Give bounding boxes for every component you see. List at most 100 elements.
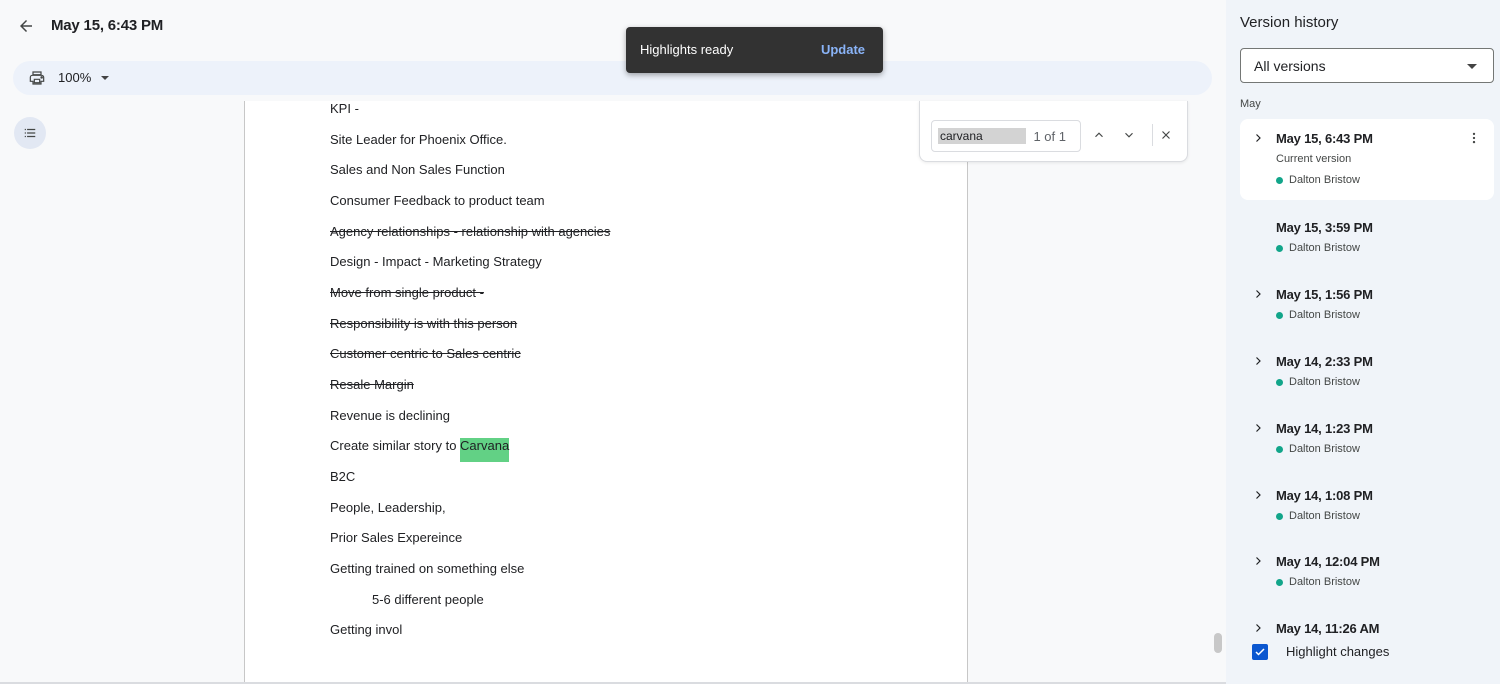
version-author: Dalton Bristow bbox=[1276, 242, 1360, 254]
find-field: 1 of 1 bbox=[931, 120, 1081, 152]
zoom-select[interactable]: 100% bbox=[58, 70, 110, 85]
doc-line: Design - Impact - Marketing Strategy bbox=[330, 254, 542, 269]
version-author: Dalton Bristow bbox=[1276, 376, 1360, 388]
outline-list-icon[interactable] bbox=[14, 117, 46, 149]
version-item-current[interactable]: May 15, 6:43 PM Current version Dalton B… bbox=[1240, 119, 1494, 200]
current-version-label: Current version bbox=[1276, 153, 1352, 165]
highlights-toast: Highlights ready Update bbox=[626, 27, 883, 73]
author-name: Dalton Bristow bbox=[1289, 174, 1360, 186]
version-time: May 15, 3:59 PM bbox=[1276, 220, 1373, 235]
highlight-changes-row: Highlight changes bbox=[1240, 637, 1494, 667]
previous-match-button[interactable] bbox=[1087, 123, 1111, 147]
chevron-right-icon[interactable] bbox=[1252, 288, 1264, 300]
version-item[interactable]: May 14, 2:33 PM Dalton Bristow bbox=[1240, 347, 1494, 403]
author-name: Dalton Bristow bbox=[1289, 443, 1360, 455]
chevron-right-icon[interactable] bbox=[1252, 622, 1264, 634]
highlight-changes-label: Highlight changes bbox=[1286, 644, 1390, 659]
chevron-up-icon bbox=[1095, 132, 1103, 138]
close-icon bbox=[1162, 131, 1170, 139]
doc-line-deleted: Responsibility is with this person bbox=[330, 316, 518, 331]
version-item[interactable]: May 14, 12:04 PM Dalton Bristow bbox=[1240, 547, 1494, 603]
author-name: Dalton Bristow bbox=[1289, 376, 1360, 388]
chevron-right-icon[interactable] bbox=[1252, 422, 1264, 434]
find-bar: 1 of 1 bbox=[919, 101, 1188, 162]
version-author: Dalton Bristow bbox=[1276, 510, 1360, 522]
version-author: Dalton Bristow bbox=[1276, 576, 1360, 588]
close-find-button[interactable] bbox=[1154, 123, 1178, 147]
doc-line: People, Leadership, bbox=[330, 500, 446, 515]
version-title: May 15, 6:43 PM bbox=[51, 17, 164, 34]
version-time: May 15, 1:56 PM bbox=[1276, 287, 1373, 302]
chevron-right-icon[interactable] bbox=[1252, 132, 1264, 144]
version-item[interactable]: May 15, 3:59 PM Dalton Bristow bbox=[1240, 213, 1494, 269]
author-color-dot bbox=[1276, 176, 1283, 184]
doc-line-deleted: Customer centric to Sales centric bbox=[330, 346, 521, 361]
document-page: KPI - Site Leader for Phoenix Office. Sa… bbox=[244, 101, 968, 684]
chevron-down-icon bbox=[1125, 132, 1133, 138]
version-time: May 14, 2:33 PM bbox=[1276, 354, 1373, 369]
chevron-right-icon[interactable] bbox=[1252, 555, 1264, 567]
caret-down-icon bbox=[1467, 64, 1477, 69]
author-name: Dalton Bristow bbox=[1289, 510, 1360, 522]
author-color-dot bbox=[1276, 578, 1283, 586]
doc-line: Revenue is declining bbox=[330, 408, 450, 423]
doc-line: KPI - bbox=[330, 101, 359, 116]
highlight-changes-checkbox[interactable] bbox=[1252, 644, 1268, 660]
search-match-highlight: Carvana bbox=[460, 438, 510, 462]
doc-line: Getting invol bbox=[330, 622, 403, 637]
version-time: May 14, 11:26 AM bbox=[1276, 621, 1380, 636]
chevron-right-icon[interactable] bbox=[1252, 489, 1264, 501]
doc-line-deleted: Agency relationships - relationship with… bbox=[330, 224, 611, 239]
back-arrow-icon[interactable] bbox=[12, 12, 40, 40]
scrollbar-thumb[interactable] bbox=[1214, 633, 1222, 653]
version-time: May 14, 1:08 PM bbox=[1276, 488, 1373, 503]
author-color-dot bbox=[1276, 512, 1283, 520]
top-bar: May 15, 6:43 PM bbox=[0, 0, 1226, 54]
divider bbox=[1152, 124, 1153, 146]
version-author: Dalton Bristow bbox=[1276, 443, 1360, 455]
doc-line-text: Create similar story to bbox=[330, 438, 461, 453]
version-time: May 14, 1:23 PM bbox=[1276, 421, 1373, 436]
more-vert-icon[interactable] bbox=[1466, 130, 1482, 146]
print-icon[interactable] bbox=[26, 67, 48, 89]
doc-line: Prior Sales Expereince bbox=[330, 530, 463, 545]
doc-line: Site Leader for Phoenix Office. bbox=[330, 132, 507, 147]
next-match-button[interactable] bbox=[1117, 123, 1141, 147]
zoom-value: 100% bbox=[58, 70, 92, 85]
doc-line: Consumer Feedback to product team bbox=[330, 193, 545, 208]
doc-line: Getting trained on something else bbox=[330, 561, 525, 576]
doc-line: Sales and Non Sales Function bbox=[330, 162, 505, 177]
version-history-panel: Version history All versions May May 15,… bbox=[1226, 0, 1500, 684]
toolbar: 100% bbox=[13, 61, 1212, 95]
doc-line: 5-6 different people bbox=[372, 592, 484, 607]
author-color-dot bbox=[1276, 378, 1283, 386]
author-color-dot bbox=[1276, 311, 1283, 319]
version-item[interactable]: May 14, 1:23 PM Dalton Bristow bbox=[1240, 414, 1494, 470]
version-item[interactable]: May 14, 1:08 PM Dalton Bristow bbox=[1240, 481, 1494, 537]
doc-line-deleted: Resale Margin bbox=[330, 377, 414, 392]
author-name: Dalton Bristow bbox=[1289, 309, 1360, 321]
version-item[interactable]: May 15, 1:56 PM Dalton Bristow bbox=[1240, 280, 1494, 336]
versions-filter-value: All versions bbox=[1254, 58, 1326, 74]
month-label: May bbox=[1240, 98, 1261, 110]
versions-filter-select[interactable]: All versions bbox=[1240, 48, 1494, 83]
author-name: Dalton Bristow bbox=[1289, 242, 1360, 254]
version-author: Dalton Bristow bbox=[1276, 174, 1360, 186]
chevron-right-icon[interactable] bbox=[1252, 355, 1264, 367]
author-color-dot bbox=[1276, 244, 1283, 252]
version-time: May 15, 6:43 PM bbox=[1276, 131, 1373, 146]
find-input[interactable] bbox=[938, 128, 1026, 144]
doc-line-with-match: Create similar story to Carvana bbox=[330, 438, 510, 462]
author-color-dot bbox=[1276, 445, 1283, 453]
caret-down-icon bbox=[101, 75, 110, 80]
doc-line: B2C bbox=[330, 469, 356, 484]
doc-line-deleted: Move from single product - bbox=[330, 285, 484, 300]
checkmark-icon bbox=[1255, 648, 1265, 656]
toast-update-button[interactable]: Update bbox=[821, 42, 865, 57]
toast-message: Highlights ready bbox=[640, 42, 734, 57]
version-author: Dalton Bristow bbox=[1276, 309, 1360, 321]
panel-title: Version history bbox=[1240, 14, 1339, 31]
author-name: Dalton Bristow bbox=[1289, 576, 1360, 588]
find-count: 1 of 1 bbox=[1033, 129, 1066, 144]
version-time: May 14, 12:04 PM bbox=[1276, 554, 1380, 569]
